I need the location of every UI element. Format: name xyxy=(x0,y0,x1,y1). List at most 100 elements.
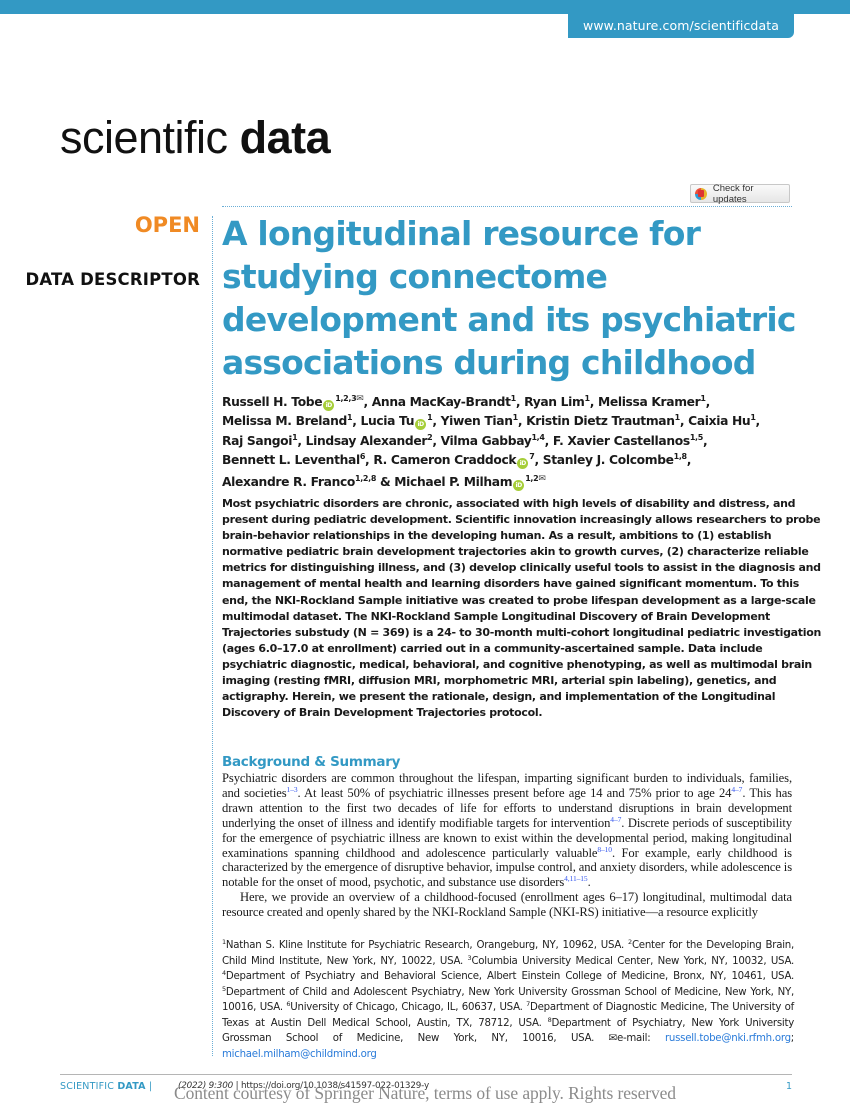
author[interactable]: Anna MacKay-Brandt1 xyxy=(372,394,517,410)
journal-logo: scientific data xyxy=(60,112,331,164)
affiliation-marker: 1 xyxy=(750,413,756,423)
reference-link[interactable]: 4,11–15 xyxy=(564,874,588,883)
affiliation-marker: 1 xyxy=(674,413,681,423)
affiliation-marker: 1,8 xyxy=(673,451,687,461)
author-name[interactable]: R. Cameron Craddock xyxy=(373,453,516,467)
affiliation-marker: 1 xyxy=(510,394,517,403)
affiliations: 1Nathan S. Kline Institute for Psychiatr… xyxy=(222,938,795,1060)
orcid-icon[interactable]: iD xyxy=(517,457,529,469)
email-link[interactable]: michael.milham@childmind.org xyxy=(222,1049,377,1060)
author[interactable]: Lindsay Alexander2 xyxy=(306,432,433,448)
author[interactable]: Melissa M. Breland1 xyxy=(222,413,353,429)
affiliation-marker: 1,2,3 xyxy=(335,394,357,403)
author[interactable]: Alexandre R. Franco1,2,8 xyxy=(222,474,377,490)
top-bar xyxy=(0,0,850,14)
envelope-icon: ✉ xyxy=(608,1033,618,1044)
open-access-label: OPEN xyxy=(134,213,200,237)
orcid-icon[interactable]: iD xyxy=(513,480,525,492)
email-label: e-mail: xyxy=(616,1033,665,1044)
author-name[interactable]: Kristin Dietz Trautman xyxy=(526,414,675,428)
affiliation-marker: 1 xyxy=(584,394,590,403)
reference-link[interactable]: 1–3 xyxy=(287,785,298,794)
affiliation-marker: 1 xyxy=(512,413,519,423)
author[interactable]: Ryan Lim1 xyxy=(524,394,590,410)
author[interactable]: Stanley J. Colcombe1,8 xyxy=(543,451,687,467)
journal-url[interactable]: www.nature.com/scientificdata xyxy=(568,14,794,38)
author[interactable]: Yiwen Tian1 xyxy=(441,413,519,429)
author-name[interactable]: Caixia Hu xyxy=(688,414,751,428)
reference-link[interactable]: 8–10 xyxy=(597,845,612,854)
page-number: 1 xyxy=(786,1081,793,1092)
section-heading: Background & Summary xyxy=(222,754,401,770)
header-divider xyxy=(222,206,792,207)
author-name[interactable]: Lucia Tu xyxy=(360,414,414,428)
affiliation-text: University of Chicago, Chicago, IL, 6063… xyxy=(290,1002,527,1013)
check-for-updates-label: Check for updates xyxy=(712,182,754,205)
author[interactable]: Lucia Tu iD1 xyxy=(360,413,433,431)
affiliation-text: Columbia University Medical Center, New … xyxy=(471,955,794,967)
reference-link[interactable]: 4–7 xyxy=(731,785,742,794)
author[interactable]: F. Xavier Castellanos1,5 xyxy=(553,432,703,448)
author-name[interactable]: Michael P. Milham xyxy=(394,475,512,489)
affiliation-marker: 1 xyxy=(427,413,433,423)
envelope-icon[interactable]: ✉ xyxy=(538,474,546,484)
footer-journal-bold: DATA xyxy=(117,1081,146,1092)
author[interactable]: Vilma Gabbay1,4 xyxy=(441,432,545,448)
column-divider xyxy=(212,216,213,1056)
affiliation-text: Nathan S. Kline Institute for Psychiatri… xyxy=(225,940,629,951)
author-name[interactable]: Bennett L. Leventhal xyxy=(222,453,360,467)
author[interactable]: Bennett L. Leventhal6 xyxy=(222,451,366,467)
crossmark-icon xyxy=(695,187,707,200)
body-paragraph: Psychiatric disorders are common through… xyxy=(222,771,793,890)
footer-journal-name: SCIENTIFIC DATA | xyxy=(60,1081,152,1092)
author-name[interactable]: Lindsay Alexander xyxy=(306,434,428,448)
orcid-icon[interactable]: iD xyxy=(323,400,335,411)
affiliation-marker: 6 xyxy=(359,451,366,461)
email-link[interactable]: russell.tobe@nki.rfmh.org xyxy=(665,1033,791,1044)
affiliation-marker: 2 xyxy=(427,432,433,442)
author-name[interactable]: Raj Sangoi xyxy=(222,434,292,448)
affiliation-marker: 1 xyxy=(346,413,353,423)
affiliation-marker: 1 xyxy=(292,432,298,442)
body-text: Psychiatric disorders are common through… xyxy=(222,771,792,920)
author[interactable]: Raj Sangoi1 xyxy=(222,432,298,448)
envelope-icon[interactable]: ✉ xyxy=(356,394,364,404)
orcid-icon[interactable]: iD xyxy=(415,419,427,431)
affiliation-marker: 1,2 xyxy=(525,474,539,484)
footer-journal-light: SCIENTIFIC xyxy=(60,1081,118,1092)
footer-divider xyxy=(60,1074,792,1075)
logo-light-text: scientific xyxy=(60,112,228,163)
author-name[interactable]: Alexandre R. Franco xyxy=(222,475,355,489)
check-for-updates-button[interactable]: Check for updates xyxy=(690,182,790,205)
author[interactable]: Kristin Dietz Trautman1 xyxy=(526,413,681,429)
author-name[interactable]: Russell H. Tobe xyxy=(222,395,323,409)
author-name[interactable]: Yiwen Tian xyxy=(441,414,513,428)
author-name[interactable]: Melissa Kramer xyxy=(598,395,701,409)
author-name[interactable]: Melissa M. Breland xyxy=(222,414,347,428)
author-list: Russell H. Tobe iD1,2,3✉, Anna MacKay-Bra… xyxy=(222,394,760,492)
footer-separator: | xyxy=(145,1081,153,1092)
affiliation-marker: 1,5 xyxy=(689,432,703,442)
body-paragraph: Here, we provide an overview of a childh… xyxy=(222,890,792,920)
article-title: A longitudinal resource for studying con… xyxy=(222,214,796,382)
affiliation-marker: 1,2,8 xyxy=(355,474,377,484)
author[interactable]: Melissa Kramer1 xyxy=(598,394,706,410)
author-name[interactable]: Ryan Lim xyxy=(524,395,585,409)
affiliation-marker: 1 xyxy=(700,394,706,403)
author[interactable]: Michael P. Milham iD1,2✉ xyxy=(394,474,546,492)
author[interactable]: R. Cameron Craddock iD7 xyxy=(373,451,535,469)
author[interactable]: Russell H. Tobe iD1,2,3✉ xyxy=(222,394,364,411)
author-name[interactable]: Anna MacKay-Brandt xyxy=(372,395,511,409)
author[interactable]: Caixia Hu1 xyxy=(688,413,756,429)
affiliation-text: Department of Psychiatry and Behavioral … xyxy=(225,971,794,982)
reference-link[interactable]: 4–7 xyxy=(610,815,621,824)
abstract: Most psychiatric disorders are chronic, … xyxy=(222,497,821,720)
article-type-label: DATA DESCRIPTOR xyxy=(25,270,200,289)
affiliation-marker: 1,4 xyxy=(531,432,545,442)
author-name[interactable]: Stanley J. Colcombe xyxy=(543,453,674,467)
logo-bold-text: data xyxy=(239,112,331,163)
watermark: Content courtesy of Springer Nature, ter… xyxy=(174,1083,676,1103)
affiliation-marker: 7 xyxy=(529,451,535,461)
author-name[interactable]: F. Xavier Castellanos xyxy=(553,434,690,448)
author-name[interactable]: Vilma Gabbay xyxy=(441,434,532,448)
